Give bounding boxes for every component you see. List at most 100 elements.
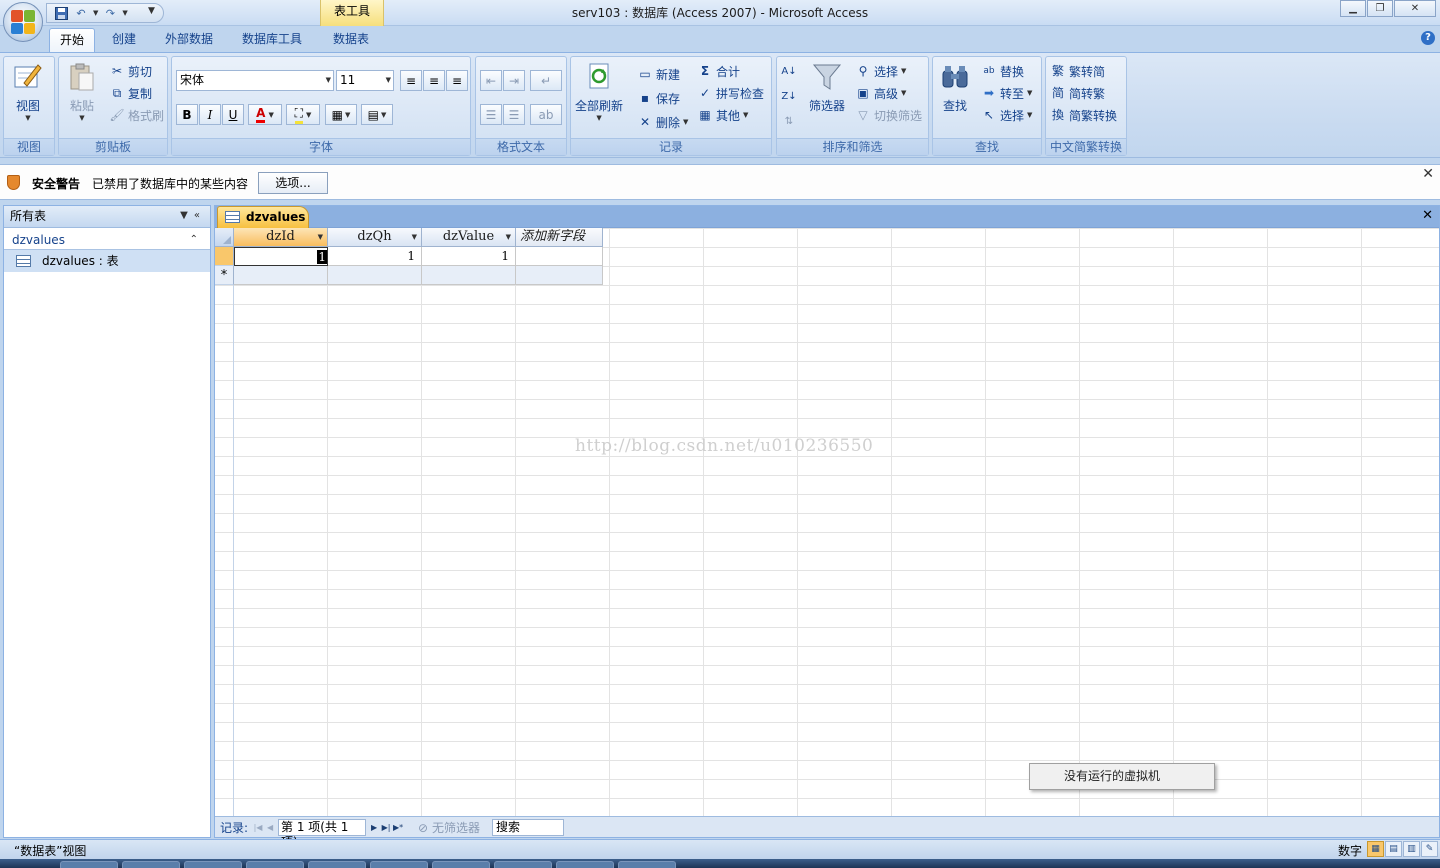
table-cell-new-field[interactable] <box>516 247 603 266</box>
replace-button[interactable]: ab 替换 <box>981 62 1024 80</box>
restore-button[interactable]: ❐ <box>1367 0 1393 17</box>
taskbar-button[interactable] <box>122 861 180 868</box>
datasheet-grid[interactable]: dzId ▼ dzQh ▼ dzValue ▼ 添加新字段 1 1 1 * ht… <box>215 228 1439 816</box>
taskbar-button[interactable] <box>184 861 242 868</box>
convert-button[interactable]: 換简繁转换 <box>1050 106 1117 124</box>
design-view-icon[interactable]: ✎ <box>1421 841 1438 857</box>
vm-notification-popup[interactable]: 没有运行的虚拟机 <box>1029 763 1215 790</box>
table-cell-dzid[interactable]: 1 <box>234 247 328 266</box>
refresh-all-button[interactable]: 全部刷新 ▼ <box>575 61 623 122</box>
options-button[interactable]: 选项... <box>258 172 328 194</box>
tab-create[interactable]: 创建 <box>102 28 146 52</box>
decrease-indent-button[interactable]: ⇤ <box>480 70 502 91</box>
tab-database-tools[interactable]: 数据库工具 <box>232 28 312 52</box>
previous-record-icon[interactable]: ◀ <box>264 823 276 832</box>
advanced-filter-button[interactable]: ▣ 高级 ▼ <box>855 84 906 102</box>
text-direction-button[interactable]: ↵ <box>530 70 562 91</box>
italic-button[interactable]: I <box>199 104 221 125</box>
close-document-icon[interactable]: ✕ <box>1422 208 1433 223</box>
nav-pane-header[interactable]: 所有表 ▼« <box>4 206 210 228</box>
totals-button[interactable]: Σ 合计 <box>697 62 740 80</box>
chevron-down-icon[interactable]: ▼ <box>506 228 511 246</box>
bullets-button[interactable]: ☰ <box>503 104 525 125</box>
align-center-button[interactable]: ≡ <box>423 70 445 91</box>
search-input[interactable]: 搜索 <box>491 818 564 836</box>
taskbar-button[interactable] <box>246 861 304 868</box>
datasheet-view-icon[interactable]: ▦ <box>1367 841 1384 857</box>
minimize-button[interactable]: ▁ <box>1340 0 1366 17</box>
taskbar-button[interactable] <box>60 861 118 868</box>
fill-color-button[interactable]: ⛶ ▼ <box>286 104 320 125</box>
select-button[interactable]: ↖ 选择 ▼ <box>981 106 1032 124</box>
numbering-button[interactable]: ☰ <box>480 104 502 125</box>
spelling-button[interactable]: ✓ 拼写检查 <box>697 84 764 102</box>
find-button[interactable]: 查找 <box>939 61 971 114</box>
font-size-combo[interactable]: 11 ▼ <box>336 70 394 91</box>
record-selector-current[interactable] <box>215 247 234 266</box>
save-icon[interactable] <box>53 5 69 21</box>
pivot-table-view-icon[interactable]: ▤ <box>1385 841 1402 857</box>
shutter-collapse-icon[interactable]: « <box>194 210 206 221</box>
view-button[interactable]: 视图 ▼ <box>12 61 44 122</box>
first-record-icon[interactable]: |◀ <box>252 823 264 832</box>
sort-descending-button[interactable]: Z↓ <box>781 88 797 106</box>
undo-icon[interactable]: ↶ <box>73 5 89 21</box>
goto-button[interactable]: ➡ 转至 ▼ <box>981 84 1032 102</box>
taskbar-button[interactable] <box>618 861 676 868</box>
toggle-filter-button[interactable]: ▽ 切换筛选 <box>855 106 922 124</box>
nav-group-dzvalues[interactable]: dzvalues ⌃ <box>4 231 210 250</box>
new-record-marker[interactable]: * <box>215 266 234 285</box>
filter-button[interactable]: 筛选器 <box>809 61 845 114</box>
column-header-dzid[interactable]: dzId ▼ <box>234 228 328 247</box>
align-left-button[interactable]: ≡ <box>400 70 422 91</box>
document-tab-dzvalues[interactable]: dzvalues <box>217 206 309 228</box>
taskbar-button[interactable] <box>556 861 614 868</box>
new-row-cell[interactable] <box>234 266 328 285</box>
chevron-down-icon[interactable]: ▼ <box>412 228 417 246</box>
column-header-dzvalue[interactable]: dzValue ▼ <box>422 228 516 247</box>
tab-home[interactable]: 开始 <box>49 28 96 52</box>
font-color-button[interactable]: A ▼ <box>248 104 282 125</box>
collapse-group-icon[interactable]: ⌃ <box>190 231 198 249</box>
more-button[interactable]: ▦ 其他 ▼ <box>697 106 748 124</box>
select-all-corner[interactable] <box>215 228 234 247</box>
redo-icon[interactable]: ↷ <box>102 5 118 21</box>
copy-button[interactable]: ⧉ 复制 <box>109 84 152 102</box>
pivot-chart-view-icon[interactable]: ▥ <box>1403 841 1420 857</box>
taskbar-button[interactable] <box>432 861 490 868</box>
new-row-cell[interactable] <box>516 266 603 285</box>
last-record-icon[interactable]: ▶| <box>380 823 392 832</box>
selection-filter-button[interactable]: ⚲ 选择 ▼ <box>855 62 907 80</box>
delete-record-button[interactable]: ✕ 删除 ▼ <box>637 113 688 131</box>
taskbar-button[interactable] <box>308 861 366 868</box>
chevron-down-icon[interactable]: ▼ <box>318 228 323 246</box>
alternate-fill-button[interactable]: ▤ ▼ <box>361 104 393 125</box>
no-filter-indicator[interactable]: ⊘ 无筛选器 <box>418 819 480 836</box>
simp-to-trad-button[interactable]: 简简转繁 <box>1050 84 1105 102</box>
paste-button[interactable]: 粘贴 ▼ <box>66 61 98 122</box>
office-button[interactable] <box>3 2 43 42</box>
nav-menu-dropdown-icon[interactable]: ▼ <box>180 210 194 221</box>
column-header-add-new-field[interactable]: 添加新字段 <box>516 228 603 247</box>
taskbar-button[interactable] <box>370 861 428 868</box>
gridlines-button[interactable]: ▦ ▼ <box>325 104 357 125</box>
highlight-button[interactable]: ab <box>530 104 562 125</box>
tab-datasheet[interactable]: 数据表 <box>323 28 379 52</box>
undo-dropdown-icon[interactable]: ▼ <box>93 9 98 17</box>
tab-external-data[interactable]: 外部数据 <box>155 28 223 52</box>
close-icon[interactable]: ✕ <box>1422 166 1434 182</box>
new-record-nav-icon[interactable]: ▶* <box>392 823 404 832</box>
increase-indent-button[interactable]: ⇥ <box>503 70 525 91</box>
customize-qat-icon[interactable]: ▼ <box>148 6 155 16</box>
taskbar-button[interactable] <box>494 861 552 868</box>
redo-dropdown-icon[interactable]: ▼ <box>122 9 127 17</box>
table-cell-dzvalue[interactable]: 1 <box>422 247 516 266</box>
align-right-button[interactable]: ≡ <box>446 70 468 91</box>
new-row-cell[interactable] <box>328 266 422 285</box>
column-header-dzqh[interactable]: dzQh ▼ <box>328 228 422 247</box>
underline-button[interactable]: U <box>222 104 244 125</box>
table-cell-dzqh[interactable]: 1 <box>328 247 422 266</box>
close-window-button[interactable]: ✕ <box>1394 0 1436 17</box>
font-name-combo[interactable]: 宋体 ▼ <box>176 70 334 91</box>
nav-item-dzvalues-table[interactable]: dzvalues : 表 <box>4 250 210 272</box>
